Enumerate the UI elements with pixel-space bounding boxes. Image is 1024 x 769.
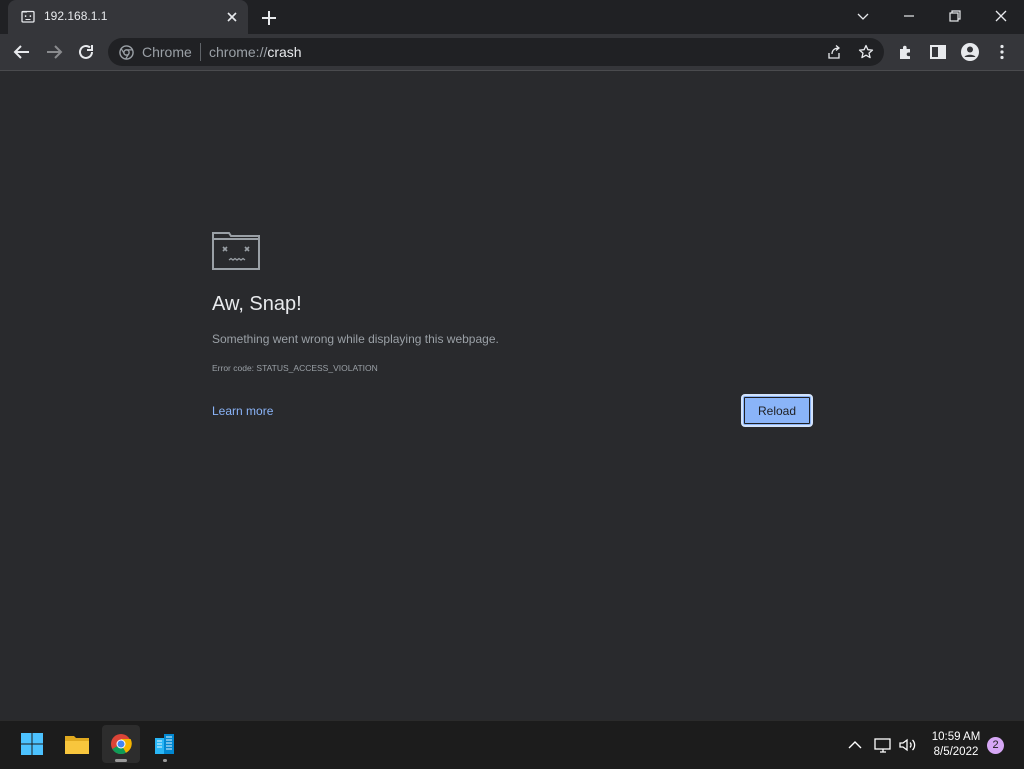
windows-start-icon bbox=[21, 733, 43, 755]
tray-overflow-chevron-icon[interactable] bbox=[845, 735, 865, 755]
buildings-app-indicator bbox=[163, 759, 167, 762]
bookmark-star-icon[interactable] bbox=[858, 44, 874, 60]
browser-toolbar: Chrome chrome://crash bbox=[0, 34, 1024, 71]
taskbar-chrome[interactable] bbox=[102, 725, 140, 763]
learn-more-link[interactable]: Learn more bbox=[212, 404, 273, 418]
origin-label: Chrome bbox=[142, 44, 192, 60]
url-text[interactable]: chrome://crash bbox=[209, 44, 302, 60]
tab-search-chevron-icon[interactable] bbox=[852, 5, 874, 27]
notification-badge[interactable]: 2 bbox=[987, 737, 1004, 754]
profile-avatar-icon[interactable] bbox=[960, 42, 980, 62]
back-arrow-icon[interactable] bbox=[12, 42, 32, 62]
taskbar-buildings-app[interactable] bbox=[146, 725, 184, 763]
reload-button[interactable]: Reload bbox=[741, 394, 813, 427]
menu-kebab-icon[interactable] bbox=[992, 42, 1012, 62]
taskbar-file-explorer[interactable] bbox=[58, 725, 96, 763]
side-panel-icon[interactable] bbox=[928, 42, 948, 62]
close-window-icon[interactable] bbox=[990, 5, 1012, 27]
error-message: Something went wrong while displaying th… bbox=[212, 332, 499, 346]
clock-date: 8/5/2022 bbox=[933, 746, 979, 758]
minimize-icon[interactable] bbox=[898, 5, 920, 27]
page-content: Aw, Snap! Something went wrong while dis… bbox=[0, 71, 1024, 720]
network-icon[interactable] bbox=[873, 735, 893, 755]
address-bar[interactable]: Chrome chrome://crash bbox=[108, 38, 884, 66]
reload-icon[interactable] bbox=[76, 42, 96, 62]
forward-arrow-icon[interactable] bbox=[44, 42, 64, 62]
tab-close-icon[interactable] bbox=[224, 9, 240, 25]
share-icon[interactable] bbox=[826, 44, 842, 60]
extensions-puzzle-icon[interactable] bbox=[896, 42, 916, 62]
volume-icon[interactable] bbox=[898, 735, 918, 755]
taskbar-clock[interactable]: 10:59 AM 8/5/2022 bbox=[920, 730, 992, 760]
restore-icon[interactable] bbox=[944, 5, 966, 27]
error-code: Error code: STATUS_ACCESS_VIOLATION bbox=[212, 363, 378, 373]
omnibox-separator bbox=[200, 43, 201, 61]
sad-tab-icon bbox=[212, 232, 260, 270]
file-explorer-icon bbox=[65, 736, 89, 754]
error-heading: Aw, Snap! bbox=[212, 293, 302, 315]
tab-title: 192.168.1.1 bbox=[44, 9, 108, 23]
chrome-icon bbox=[111, 734, 132, 755]
clock-time: 10:59 AM bbox=[931, 731, 981, 743]
new-tab-icon[interactable] bbox=[259, 8, 279, 28]
buildings-app-icon bbox=[155, 734, 174, 754]
chrome-active-indicator bbox=[115, 759, 127, 762]
tab-strip: 192.168.1.1 bbox=[0, 0, 1024, 34]
start-button[interactable] bbox=[13, 725, 51, 763]
sad-page-icon bbox=[21, 10, 35, 23]
chrome-page-icon bbox=[119, 45, 134, 60]
tab-active[interactable]: 192.168.1.1 bbox=[8, 0, 248, 34]
taskbar: 10:59 AM 8/5/2022 2 bbox=[0, 720, 1024, 769]
